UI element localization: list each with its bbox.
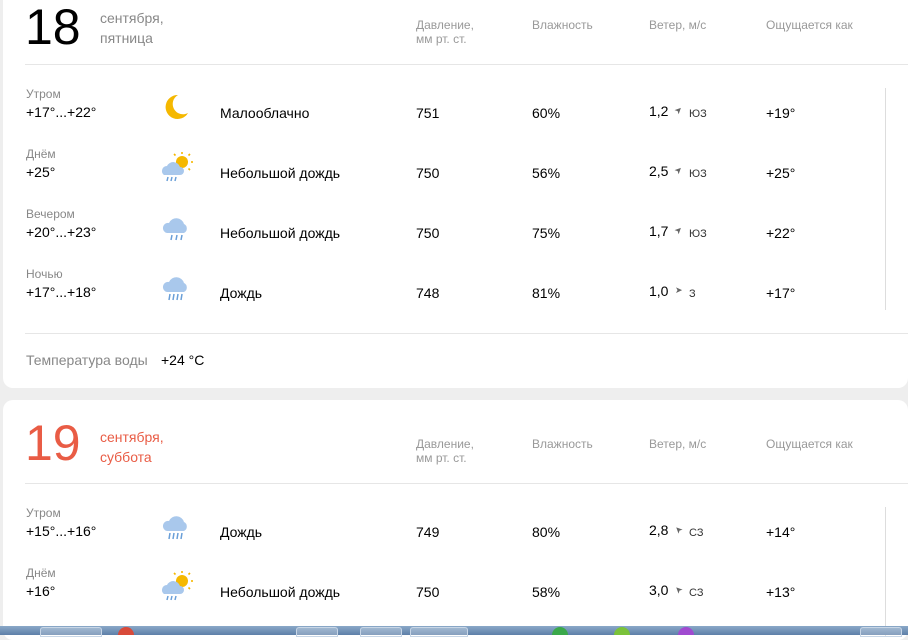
- wind-direction-arrow-icon: ➤: [675, 285, 683, 295]
- sun-cloud-rain-icon: [162, 152, 193, 182]
- temperature: +20°...+23°: [26, 224, 97, 240]
- divider: [25, 64, 908, 65]
- os-taskbar[interactable]: [0, 626, 908, 637]
- taskbar-button[interactable]: [360, 627, 402, 637]
- humidity-value: 80%: [532, 524, 561, 540]
- wind-direction: СЗ: [689, 527, 704, 539]
- forecast-row: Днём +25° Небольшой дождь 750 56% 2,5 ➤ …: [3, 146, 903, 206]
- wind-speed: 1,0: [649, 283, 669, 299]
- wind-speed: 3,0: [649, 582, 669, 598]
- temperature: +16°: [26, 583, 56, 599]
- wind-direction-arrow-icon: ➤: [672, 163, 685, 177]
- feels-like-value: +13°: [766, 584, 796, 600]
- day-part: Днём: [26, 566, 56, 580]
- pressure-value: 750: [416, 584, 440, 600]
- humidity-value: 58%: [532, 584, 561, 600]
- header-feels: Ощущается как: [766, 437, 853, 451]
- header-pressure: Давление,: [416, 18, 474, 32]
- taskbar-app-icon[interactable]: [678, 627, 694, 635]
- taskbar-app-icon[interactable]: [552, 627, 568, 635]
- condition: Дождь: [220, 524, 263, 540]
- humidity-value: 56%: [532, 165, 561, 181]
- day-part: Утром: [26, 87, 61, 101]
- day-card-19: 19 сентября, суббота Давление, мм рт. ст…: [3, 400, 908, 640]
- water-temperature-value: +24 °C: [161, 352, 205, 368]
- taskbar-button[interactable]: [296, 627, 338, 637]
- wind-direction-arrow-icon: ➤: [672, 103, 685, 117]
- pressure-value: 751: [416, 105, 440, 121]
- sun-cloud-rain-icon: [162, 571, 193, 601]
- forecast-row: Вечером +20°...+23° Небольшой дождь 750 …: [3, 206, 903, 266]
- header-feels: Ощущается как: [766, 18, 853, 32]
- feels-like-value: +14°: [766, 524, 796, 540]
- taskbar-button[interactable]: [860, 627, 902, 637]
- feels-like-value: +25°: [766, 165, 796, 181]
- pressure-value: 749: [416, 524, 440, 540]
- header-wind: Ветер, м/с: [649, 437, 707, 451]
- wind-direction: ЮЗ: [689, 108, 707, 120]
- date-month: сентября,: [100, 429, 164, 445]
- wind-speed: 2,8: [649, 522, 669, 538]
- crescent-moon-icon: [165, 94, 188, 119]
- temperature: +15°...+16°: [26, 523, 97, 539]
- humidity-value: 75%: [532, 225, 561, 241]
- day-part: Днём: [26, 147, 56, 161]
- header-humidity: Влажность: [532, 437, 593, 451]
- pressure-value: 750: [416, 165, 440, 181]
- forecast-row: Ночью +17°...+18° Дождь 748 81% 1,0 ➤ З …: [3, 266, 903, 326]
- wind-direction: ЮЗ: [689, 168, 707, 180]
- header-wind: Ветер, м/с: [649, 18, 707, 32]
- cloud-heavy-rain-icon: [162, 516, 187, 540]
- day-card-18: 18 сентября, пятница Давление, мм рт. ст…: [3, 0, 908, 388]
- wind-speed: 1,2: [649, 103, 669, 119]
- condition: Небольшой дождь: [220, 165, 341, 181]
- wind-direction: ЮЗ: [689, 228, 707, 240]
- cloud-heavy-rain-icon: [162, 277, 187, 301]
- header-pressure-unit: мм рт. ст.: [416, 451, 467, 465]
- wind-speed: 2,5: [649, 163, 669, 179]
- forecast-row: Днём +16° Небольшой дождь 750 58% 3,0 ➤ …: [3, 565, 903, 625]
- humidity-value: 60%: [532, 105, 561, 121]
- condition: Небольшой дождь: [220, 225, 341, 241]
- wind-direction: З: [689, 288, 696, 300]
- date-weekday: пятница: [100, 30, 153, 46]
- day-number: 19: [25, 415, 81, 471]
- pressure-value: 748: [416, 285, 440, 301]
- wind-speed: 1,7: [649, 223, 669, 239]
- header-pressure: Давление,: [416, 437, 474, 451]
- day-part: Ночью: [26, 267, 63, 281]
- taskbar-app-icon[interactable]: [118, 627, 134, 635]
- forecast-row: Утром +15°...+16° Дождь 749 80% 2,8 ➤ СЗ…: [3, 505, 903, 565]
- water-temperature-label: Температура воды: [26, 352, 148, 368]
- header-humidity: Влажность: [532, 18, 593, 32]
- condition: Дождь: [220, 285, 263, 301]
- temperature: +25°: [26, 164, 56, 180]
- header-pressure-unit: мм рт. ст.: [416, 32, 467, 46]
- condition: Небольшой дождь: [220, 584, 341, 600]
- forecast-row: Утром +17°...+22° Малооблачно 751 60% 1,…: [3, 86, 903, 146]
- cloud-rain-icon: [162, 218, 187, 241]
- wind-direction-arrow-icon: ➤: [672, 223, 685, 237]
- wind-direction: СЗ: [689, 587, 704, 599]
- condition: Малооблачно: [220, 105, 310, 121]
- temperature: +17°...+18°: [26, 284, 97, 300]
- feels-like-value: +17°: [766, 285, 796, 301]
- divider: [25, 483, 908, 484]
- humidity-value: 81%: [532, 285, 561, 301]
- date-month: сентября,: [100, 10, 164, 26]
- wind-direction-arrow-icon: ➤: [672, 583, 685, 597]
- day-part: Вечером: [26, 207, 75, 221]
- wind-direction-arrow-icon: ➤: [672, 523, 685, 537]
- pressure-value: 750: [416, 225, 440, 241]
- day-part: Утром: [26, 506, 61, 520]
- day-number: 18: [25, 0, 81, 55]
- feels-like-value: +22°: [766, 225, 796, 241]
- divider: [25, 333, 908, 334]
- date-weekday: суббота: [100, 449, 152, 465]
- feels-like-value: +19°: [766, 105, 796, 121]
- taskbar-button[interactable]: [410, 627, 468, 637]
- temperature: +17°...+22°: [26, 104, 97, 120]
- taskbar-app-icon[interactable]: [614, 627, 630, 635]
- taskbar-button[interactable]: [40, 627, 102, 637]
